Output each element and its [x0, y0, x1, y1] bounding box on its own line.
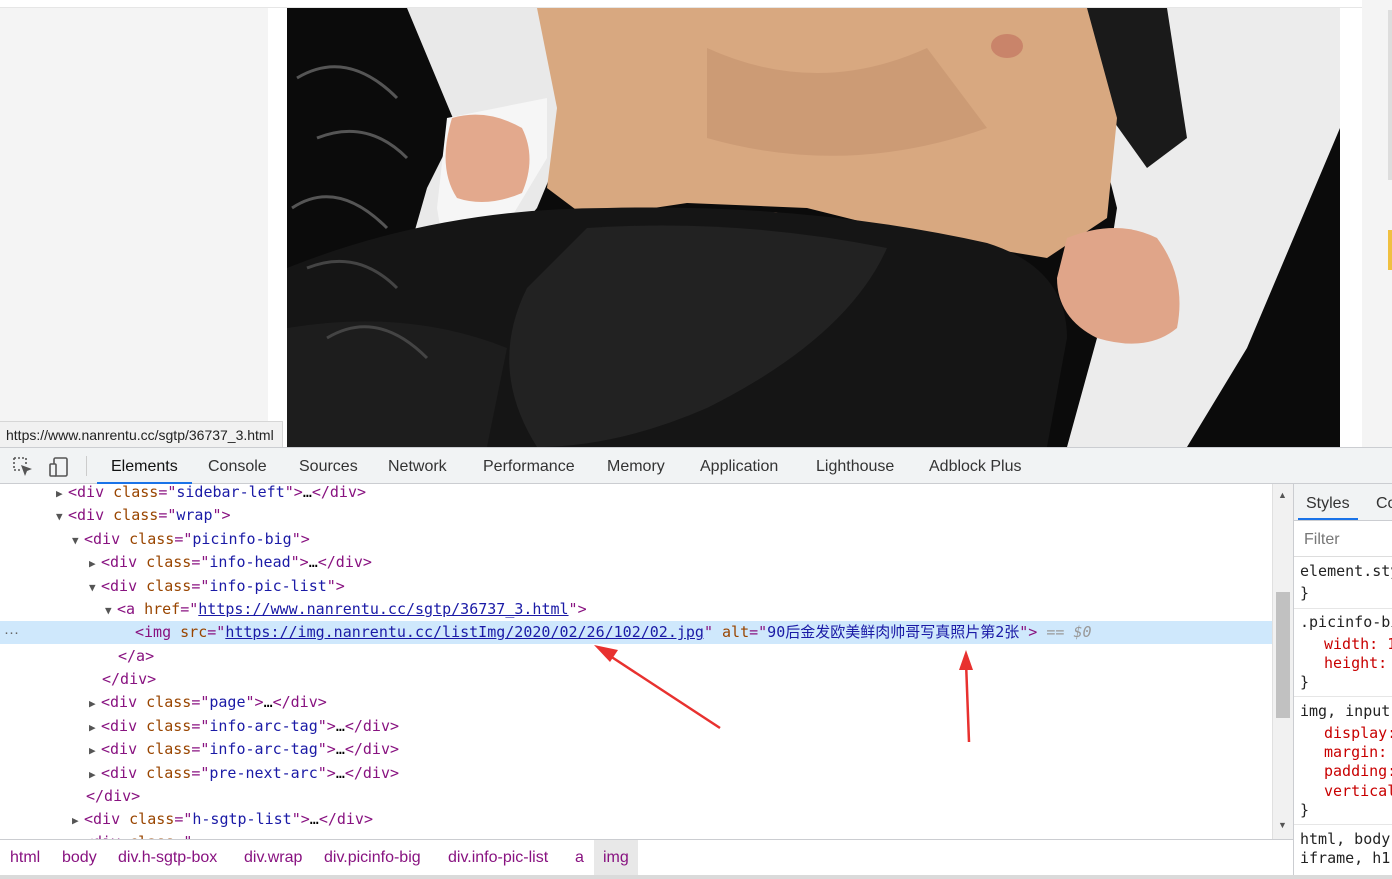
tab-elements[interactable]: Elements	[97, 448, 192, 484]
rule-close: }	[1300, 673, 1310, 691]
tab-lighthouse[interactable]: Lighthouse	[802, 448, 908, 484]
href-link[interactable]: https://www.nanrentu.cc/sgtp/36737_3.htm…	[198, 600, 568, 618]
scroll-up-icon[interactable]: ▲	[1278, 490, 1287, 500]
prop-display[interactable]: display:	[1300, 724, 1392, 743]
expand-arrow-icon[interactable]: ▶	[89, 692, 101, 715]
rule-selector-img-input[interactable]: img, input	[1300, 702, 1390, 721]
tab-adblock-plus[interactable]: Adblock Plus	[915, 448, 1036, 484]
page-right-thumbnail	[1388, 230, 1392, 270]
devtools-tab-bar: Elements Console Sources Network Perform…	[0, 447, 1392, 484]
rule-close: }	[1300, 801, 1310, 819]
dom-node-pre-next-arc[interactable]: ▶ <div class="pre-next-arc">…</div>	[0, 762, 1272, 785]
img-alt-value: 90后金发欧美鲜肉帅哥写真照片第2张	[767, 623, 1020, 641]
page-left-gutter	[0, 8, 268, 447]
styles-pane: Styles Co Filter element.sty } .picinfo-…	[1293, 484, 1392, 875]
tab-styles[interactable]: Styles	[1298, 484, 1358, 520]
dom-node-img-selected[interactable]: ··· <img src="https://img.nanrentu.cc/lis…	[0, 621, 1272, 644]
collapse-arrow-icon[interactable]: ▼	[105, 599, 117, 622]
dom-node-info-head[interactable]: ▶ <div class="info-head">…</div>	[0, 551, 1272, 574]
prop-height[interactable]: height:	[1300, 654, 1387, 673]
expand-arrow-icon[interactable]: ▶	[89, 716, 101, 739]
expand-arrow-icon[interactable]: ▶	[72, 809, 84, 832]
rule-selector-iframe-h1[interactable]: iframe, h1	[1300, 849, 1390, 868]
img-src-link[interactable]: https://img.nanrentu.cc/listImg/2020/02/…	[225, 623, 704, 641]
rule-divider	[1294, 608, 1392, 609]
tab-computed[interactable]: Co	[1368, 484, 1392, 520]
dom-node-info-pic-list[interactable]: ▼ <div class="info-pic-list">	[0, 575, 1272, 598]
elements-dom-tree: ▶ <div class="sidebar-left">…</div> ▼ <div…	[0, 484, 1272, 839]
more-options-icon[interactable]: ···	[4, 621, 19, 644]
rule-divider	[1294, 824, 1392, 825]
dom-breadcrumb: html body div.h-sgtp-box div.wrap div.pi…	[0, 839, 1293, 875]
device-toolbar-icon[interactable]	[48, 456, 70, 478]
dom-close-div[interactable]: </div>	[0, 668, 1272, 691]
breadcrumb-body[interactable]: body	[53, 840, 106, 875]
web-page-viewport: https://www.nanrentu.cc/sgtp/36737_3.htm…	[0, 0, 1392, 447]
dom-node-info-arc-tag-1[interactable]: ▶ <div class="info-arc-tag">…</div>	[0, 715, 1272, 738]
rule-selector-element-style[interactable]: element.sty	[1300, 562, 1392, 581]
prop-margin[interactable]: margin:	[1300, 743, 1387, 762]
tab-console[interactable]: Console	[194, 448, 281, 484]
dom-node-cut-off[interactable]: ▶<div class="	[0, 831, 1272, 839]
prop-padding[interactable]: padding:	[1300, 762, 1392, 781]
expand-arrow-icon[interactable]: ▶	[89, 739, 101, 762]
styles-tab-bar: Styles Co	[1294, 484, 1392, 521]
rule-divider	[1294, 696, 1392, 697]
dom-close-div-2[interactable]: </div>	[0, 785, 1272, 808]
scroll-thumb[interactable]	[1276, 592, 1290, 718]
page-right-scrollbar[interactable]	[1388, 10, 1392, 180]
tab-sources[interactable]: Sources	[285, 448, 372, 484]
expand-arrow-icon[interactable]: ▶	[72, 832, 84, 839]
breadcrumb-img[interactable]: img	[594, 840, 638, 875]
dom-node-page[interactable]: ▶ <div class="page">…</div>	[0, 691, 1272, 714]
dom-node-picinfo-big[interactable]: ▼ <div class="picinfo-big">	[0, 528, 1272, 551]
breadcrumb-info-pic-list[interactable]: div.info-pic-list	[439, 840, 557, 875]
dom-node-anchor[interactable]: ▼ <a href="https://www.nanrentu.cc/sgtp/3…	[0, 598, 1272, 621]
elements-scrollbar[interactable]: ▲ ▼	[1272, 484, 1293, 839]
scroll-down-icon[interactable]: ▼	[1278, 820, 1287, 830]
breadcrumb-html[interactable]: html	[1, 840, 49, 875]
rule-close: }	[1300, 584, 1310, 602]
breadcrumb-h-sgtp-box[interactable]: div.h-sgtp-box	[109, 840, 226, 875]
tab-performance[interactable]: Performance	[469, 448, 589, 484]
tab-memory[interactable]: Memory	[593, 448, 679, 484]
breadcrumb-a[interactable]: a	[566, 840, 593, 875]
dom-node-wrap[interactable]: ▼ <div class="wrap">	[0, 504, 1272, 527]
styles-filter-input[interactable]: Filter	[1294, 521, 1392, 557]
expand-arrow-icon[interactable]: ▶	[89, 763, 101, 786]
prop-vertical-align[interactable]: vertical	[1300, 782, 1392, 801]
window-bottom-edge	[0, 875, 1392, 879]
tab-application[interactable]: Application	[686, 448, 792, 484]
dom-node-sidebar-left[interactable]: ▶ <div class="sidebar-left">…</div>	[0, 484, 1272, 504]
tab-network[interactable]: Network	[374, 448, 461, 484]
collapse-arrow-icon[interactable]: ▼	[56, 505, 68, 528]
inspect-element-icon[interactable]	[12, 456, 34, 478]
collapse-arrow-icon[interactable]: ▼	[72, 529, 84, 552]
toolbar-divider	[86, 456, 87, 476]
dom-node-h-sgtp-list[interactable]: ▶ <div class="h-sgtp-list">…</div>	[0, 808, 1272, 831]
collapse-arrow-icon[interactable]: ▼	[89, 576, 101, 599]
dom-close-anchor[interactable]: </a>	[0, 645, 1272, 668]
dom-node-info-arc-tag-2[interactable]: ▶ <div class="info-arc-tag">…</div>	[0, 738, 1272, 761]
prop-width[interactable]: width: 1	[1300, 635, 1392, 654]
photo-illustration	[287, 8, 1340, 447]
status-bar-url: https://www.nanrentu.cc/sgtp/36737_3.htm…	[0, 421, 283, 447]
expand-arrow-icon[interactable]: ▶	[56, 484, 68, 505]
rule-selector-picinfo-big[interactable]: .picinfo-bi	[1300, 613, 1392, 632]
rule-selector-html-body[interactable]: html, body	[1300, 830, 1390, 849]
breadcrumb-wrap[interactable]: div.wrap	[235, 840, 311, 875]
gallery-photo[interactable]	[287, 8, 1340, 447]
breadcrumb-picinfo-big[interactable]: div.picinfo-big	[315, 840, 430, 875]
expand-arrow-icon[interactable]: ▶	[89, 552, 101, 575]
